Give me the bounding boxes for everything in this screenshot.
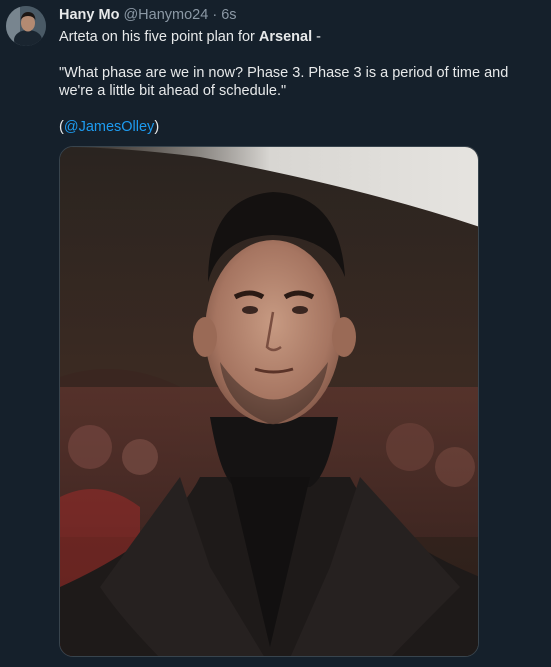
tweet-content: Hany Mo @Hanymo24 · 6s Arteta on his fiv… [59, 6, 545, 136]
tweet[interactable]: Hany Mo @Hanymo24 · 6s Arteta on his fiv… [0, 0, 551, 667]
avatar-image [6, 6, 46, 46]
photo-portrait [60, 147, 478, 656]
tweet-quote: "What phase are we in now? Phase 3. Phas… [59, 65, 509, 99]
tweet-photo[interactable] [59, 146, 479, 657]
tweet-text-bold: Arsenal [258, 29, 313, 45]
user-handle[interactable]: @Hanymo24 [123, 7, 208, 23]
tweet-text-end: - [312, 29, 321, 45]
mention-link[interactable]: @JamesOlley [64, 119, 154, 135]
avatar[interactable] [6, 6, 46, 46]
mention-line: (@JamesOlley) [59, 118, 545, 136]
tweet-header: Hany Mo @Hanymo24 · 6s [59, 6, 545, 24]
tweet-text-start: Arteta on his five point plan for [59, 29, 259, 45]
separator-dot: · [212, 7, 218, 23]
mention-close-paren: ) [154, 119, 160, 135]
timestamp[interactable]: 6s [221, 7, 236, 23]
display-name[interactable]: Hany Mo [59, 7, 119, 23]
tweet-text-line: Arteta on his five point plan for Arsena… [59, 28, 545, 46]
